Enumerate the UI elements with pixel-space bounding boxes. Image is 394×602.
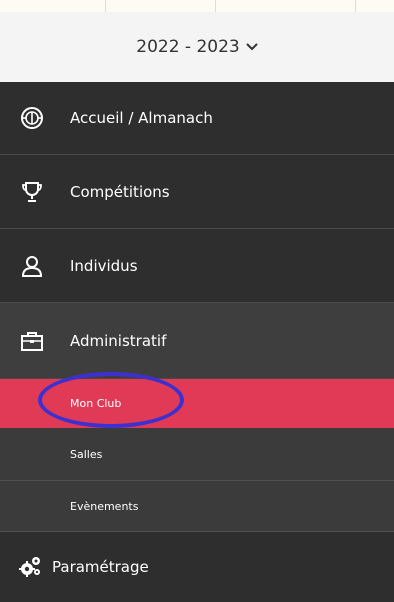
- menu-item-parametrage[interactable]: Paramétrage: [0, 532, 394, 602]
- gears-icon: [19, 557, 40, 577]
- user-icon: [21, 255, 43, 277]
- menu-item-administratif[interactable]: Administratif: [0, 303, 394, 379]
- grid-line: [355, 0, 356, 12]
- season-selector[interactable]: 2022 - 2023: [136, 37, 258, 57]
- grid-line: [215, 0, 216, 12]
- chevron-down-icon: [246, 43, 258, 51]
- menu-item-individus[interactable]: Individus: [0, 229, 394, 303]
- submenu-item-label: Mon Club: [70, 397, 122, 410]
- grid-line: [105, 0, 106, 12]
- volleyball-icon: [21, 107, 43, 129]
- submenu-item-mon-club[interactable]: Mon Club: [0, 379, 394, 428]
- trophy-icon: [22, 181, 42, 202]
- season-label: 2022 - 2023: [136, 37, 240, 57]
- briefcase-icon: [21, 331, 43, 351]
- submenu-item-label: Evènements: [70, 499, 139, 513]
- menu-item-accueil[interactable]: Accueil / Almanach: [0, 82, 394, 155]
- menu-item-label: Accueil / Almanach: [70, 109, 213, 127]
- season-header: 2022 - 2023: [0, 12, 394, 82]
- menu-item-label: Paramétrage: [52, 558, 149, 576]
- submenu-item-evenements[interactable]: Evènements: [0, 481, 394, 532]
- menu-item-competitions[interactable]: Compétitions: [0, 155, 394, 229]
- submenu-item-salles[interactable]: Salles: [0, 428, 394, 481]
- submenu-item-label: Salles: [70, 447, 103, 461]
- menu-item-label: Compétitions: [70, 182, 170, 201]
- sidebar-menu: Accueil / Almanach Compétitions Individu…: [0, 82, 394, 602]
- menu-item-label: Individus: [70, 256, 138, 275]
- menu-item-label: Administratif: [70, 331, 167, 350]
- top-strip: [0, 0, 394, 12]
